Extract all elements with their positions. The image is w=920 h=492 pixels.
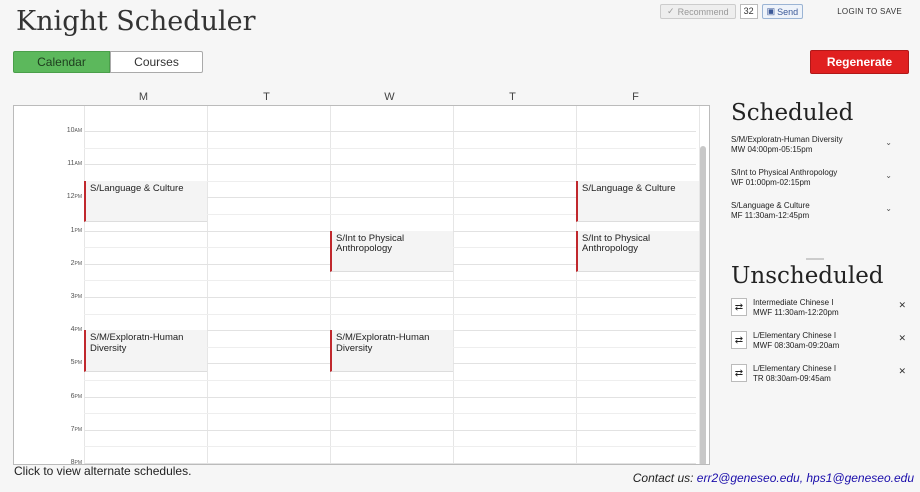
hour-gridline	[84, 297, 696, 298]
hour-gridline	[84, 429, 696, 431]
shuffle-icon[interactable]: ⇄	[731, 298, 747, 316]
scheduled-item-name: S/Int to Physical Anthropology	[731, 168, 838, 177]
time-label: 12PM	[66, 193, 82, 201]
calendar-event[interactable]: S/Int to Physical Anthropology	[330, 230, 453, 273]
time-label: 11AM	[67, 160, 82, 168]
day-headers: M T W T F	[82, 91, 698, 103]
close-icon[interactable]: ✕	[898, 333, 906, 344]
shuffle-icon[interactable]: ⇄	[731, 331, 747, 349]
day-column-divider	[453, 106, 454, 464]
unscheduled-item: ⇄ L/Elementary Chinese I TR 08:30am-09:4…	[731, 364, 911, 386]
calendar-event[interactable]: S/Language & Culture	[576, 180, 699, 223]
send-label: Send	[777, 6, 799, 17]
chevron-down-icon[interactable]: ⌄	[885, 204, 892, 214]
tab-courses[interactable]: Courses	[110, 51, 203, 73]
calendar-event[interactable]: S/M/Exploratn-Human Diversity	[84, 330, 207, 372]
panel-divider	[806, 258, 824, 260]
time-label: 4PM	[70, 326, 82, 334]
time-label: 10AM	[66, 127, 82, 134]
recommend-count: 32	[739, 4, 758, 19]
contact-emails-link[interactable]: err2@geneseo.edu, hps1@geneseo.edu	[697, 471, 914, 485]
scheduled-item[interactable]: S/Int to Physical Anthropology WF 01:00p…	[731, 168, 906, 188]
day-column-divider	[576, 106, 577, 464]
half-hour-gridline	[84, 147, 696, 149]
day-header: T	[263, 91, 270, 103]
day-header: M	[138, 91, 149, 103]
scheduled-heading: Scheduled	[731, 100, 854, 126]
time-label: 2PM	[70, 259, 82, 267]
alternate-schedules-hint: Click to view alternate schedules.	[14, 464, 192, 478]
half-hour-gridline	[84, 413, 696, 415]
regenerate-button[interactable]: Regenerate	[810, 50, 909, 74]
contact-info: Contact us: err2@geneseo.edu, hps1@genes…	[633, 471, 914, 485]
calendar-event[interactable]: S/Language & Culture	[84, 180, 207, 223]
unscheduled-item-time: TR 08:30am-09:45am	[753, 374, 831, 383]
hour-gridline	[84, 164, 696, 166]
scheduled-item-name: S/M/Exploratn-Human Diversity	[731, 135, 843, 144]
contact-label: Contact us:	[632, 471, 694, 485]
scheduled-item[interactable]: S/Language & Culture MF 11:30am-12:45pm …	[731, 201, 906, 221]
chevron-down-icon[interactable]: ⌄	[885, 138, 892, 148]
login-link[interactable]: LOGIN TO SAVE	[837, 7, 902, 16]
unscheduled-item-time: MWF 08:30am-09:20am	[753, 341, 840, 350]
chat-icon: ▣	[766, 6, 776, 16]
hour-gridline	[84, 396, 696, 398]
half-hour-gridline	[84, 313, 696, 315]
scheduled-item[interactable]: S/M/Exploratn-Human Diversity MW 04:00pm…	[731, 135, 906, 155]
half-hour-gridline	[84, 380, 696, 381]
day-header: W	[384, 91, 395, 103]
calendar-scrollbar[interactable]	[700, 146, 706, 464]
unscheduled-item-time: MWF 11:30am-12:20pm	[753, 308, 839, 317]
recommend-label: Recommend	[677, 6, 729, 17]
day-header: F	[632, 91, 639, 103]
day-column-divider	[699, 106, 700, 464]
unscheduled-item: ⇄ L/Elementary Chinese I MWF 08:30am-09:…	[731, 331, 911, 353]
scheduled-item-time: WF 01:00pm-02:15pm	[731, 178, 811, 187]
day-header: T	[509, 91, 516, 103]
day-column-divider	[84, 106, 85, 464]
chevron-down-icon[interactable]: ⌄	[885, 171, 892, 181]
calendar-event[interactable]: S/Int to Physical Anthropology	[576, 230, 699, 273]
send-button[interactable]: ▣ Send	[761, 4, 804, 19]
unscheduled-item-name: L/Elementary Chinese I	[753, 331, 837, 340]
calendar-grid[interactable]: 10AM 11AM 12PM 1PM 2PM 3PM 4PM 5PM 6PM 7PM 8PM S/La…	[13, 105, 710, 465]
close-icon[interactable]: ✕	[898, 300, 906, 311]
view-tabs: Calendar Courses	[13, 51, 203, 73]
half-hour-gridline	[84, 280, 696, 282]
shuffle-icon[interactable]: ⇄	[731, 364, 747, 382]
time-label: 3PM	[70, 293, 82, 300]
close-icon[interactable]: ✕	[898, 366, 906, 377]
recommend-button[interactable]: ✓ Recommend	[660, 4, 736, 19]
tab-calendar[interactable]: Calendar	[13, 51, 110, 73]
time-label: 6PM	[70, 392, 82, 400]
header-actions: ✓ Recommend 32 ▣ Send LOGIN TO SAVE	[660, 4, 902, 19]
time-label: 1PM	[70, 226, 82, 234]
calendar-event[interactable]: S/M/Exploratn-Human Diversity	[330, 330, 453, 372]
hour-gridline	[84, 131, 696, 132]
unscheduled-item-name: Intermediate Chinese I	[753, 298, 834, 307]
unscheduled-item: ⇄ Intermediate Chinese I MWF 11:30am-12:…	[731, 298, 911, 320]
time-label: 7PM	[70, 425, 82, 433]
unscheduled-heading: Unscheduled	[731, 263, 884, 289]
scheduled-item-time: MW 04:00pm-05:15pm	[731, 145, 813, 154]
time-label: 5PM	[70, 359, 82, 367]
scheduled-item-time: MF 11:30am-12:45pm	[731, 211, 810, 220]
app-title: Knight Scheduler	[16, 6, 256, 37]
scheduled-item-name: S/Language & Culture	[731, 201, 810, 210]
half-hour-gridline	[84, 446, 696, 448]
day-column-divider	[330, 106, 331, 464]
unscheduled-item-name: L/Elementary Chinese I	[753, 364, 837, 373]
day-column-divider	[207, 106, 208, 464]
check-icon: ✓	[667, 6, 675, 16]
